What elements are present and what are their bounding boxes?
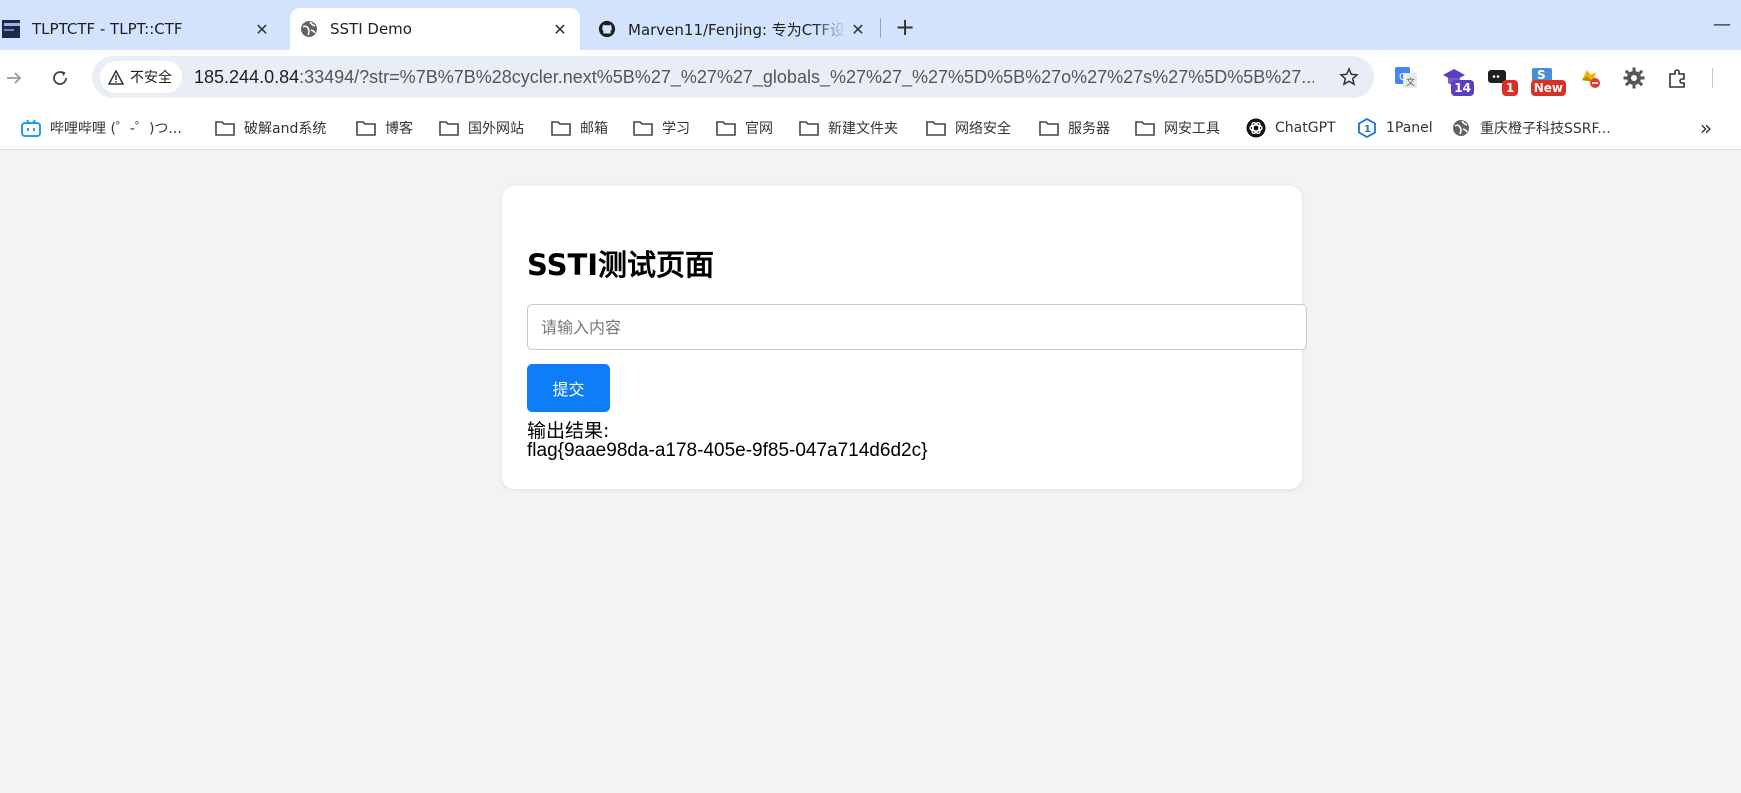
blocked-extension-icon <box>1582 70 1600 88</box>
bookmark-folder[interactable]: 学习 <box>632 114 690 142</box>
new-tab-button[interactable]: + <box>890 12 920 42</box>
folder-icon <box>925 117 947 139</box>
folder-icon <box>550 117 572 139</box>
bookmark-label: 重庆橙子科技SSRF... <box>1480 121 1611 137</box>
s-extension[interactable]: S New <box>1528 64 1566 96</box>
globe-icon <box>1450 117 1472 139</box>
blocked-extension[interactable] <box>1576 64 1604 92</box>
bookmark-chatgpt[interactable]: ChatGPT <box>1245 114 1336 142</box>
extension-badge: 1 <box>1502 80 1518 96</box>
bookmark-folder[interactable]: 服务器 <box>1038 114 1110 142</box>
folder-icon <box>1134 117 1156 139</box>
warning-icon <box>108 69 124 85</box>
bookmark-ssrf[interactable]: 重庆橙子科技SSRF... <box>1450 114 1611 142</box>
url-path: :33494/?str=%7B%7B%28cycler.next%5B%27_%… <box>299 66 1314 87</box>
bookmark-folder[interactable]: 破解and系统 <box>214 114 326 142</box>
address-bar[interactable]: 不安全 185.244.0.84:33494/?str=%7B%7B%28cyc… <box>92 56 1374 98</box>
tab-title: Marven11/Fenjing: 专为CTF设 <box>628 20 846 39</box>
output-label: 输出结果: <box>527 420 610 442</box>
arrow-right-icon <box>7 72 22 84</box>
browser-toolbar: 不安全 185.244.0.84:33494/?str=%7B%7B%28cyc… <box>0 50 1741 106</box>
tab-separator <box>880 18 881 38</box>
chat-extension[interactable]: 1 <box>1484 64 1518 96</box>
globe-icon <box>300 20 318 38</box>
svg-text:1: 1 <box>1364 124 1371 135</box>
close-tab-icon[interactable]: ✕ <box>250 17 274 41</box>
extensions-menu-button[interactable] <box>1664 64 1692 92</box>
github-icon <box>598 20 616 38</box>
page-title: SSTI测试页面 <box>527 248 715 282</box>
bookmark-label: 官网 <box>745 121 773 137</box>
close-tab-icon[interactable]: ✕ <box>548 17 572 41</box>
bookmark-label: 学习 <box>662 121 690 137</box>
google-translate-icon: G文 <box>1395 67 1417 88</box>
bookmark-folder[interactable]: 新建文件夹 <box>798 114 898 142</box>
graduation-extension[interactable]: 14 <box>1440 64 1474 96</box>
bookmark-label: 破解and系统 <box>244 121 327 137</box>
bookmark-folder[interactable]: 国外网站 <box>438 114 524 142</box>
forward-button[interactable] <box>0 64 28 92</box>
tab-strip: TLPTCTF - TLPT::CTF ✕ SSTI Demo ✕ Marven… <box>0 0 1741 50</box>
folder-icon <box>798 117 820 139</box>
folder-icon <box>438 117 460 139</box>
chatgpt-icon <box>1245 117 1267 139</box>
bookmark-folder[interactable]: 网安工具 <box>1134 114 1220 142</box>
tlpt-favicon-icon <box>2 20 20 38</box>
bookmark-label: 博客 <box>385 121 413 137</box>
extension-badge: 14 <box>1451 80 1474 96</box>
extension-badge: New <box>1530 80 1566 96</box>
star-icon <box>1339 67 1359 86</box>
folder-icon <box>1038 117 1060 139</box>
tab-fenjing[interactable]: Marven11/Fenjing: 专为CTF设 ✕ <box>588 8 878 50</box>
svg-text:文: 文 <box>1406 76 1415 88</box>
bookmark-star-button[interactable] <box>1338 66 1360 88</box>
folder-icon <box>715 117 737 139</box>
puzzle-icon <box>1669 69 1685 88</box>
url-host: 185.244.0.84 <box>194 66 300 87</box>
bookmark-1panel[interactable]: 1 1Panel <box>1356 114 1433 142</box>
bookmark-label: 网络安全 <box>955 121 1011 137</box>
folder-icon <box>355 117 377 139</box>
folder-icon <box>632 117 654 139</box>
bookmark-label: ChatGPT <box>1275 120 1336 136</box>
bookmark-label: 国外网站 <box>468 121 524 137</box>
tab-title: TLPTCTF - TLPT::CTF <box>32 20 183 38</box>
bilibili-icon <box>20 117 42 139</box>
bookmark-label: 邮箱 <box>580 121 608 137</box>
gear-icon <box>1623 67 1645 89</box>
more-bookmarks-button[interactable]: » <box>1692 114 1720 142</box>
settings-extension[interactable] <box>1620 64 1648 92</box>
tab-tlptctf[interactable]: TLPTCTF - TLPT::CTF ✕ <box>0 8 282 50</box>
site-info-button[interactable]: 不安全 <box>100 61 182 93</box>
output-result: flag{9aae98da-a178-405e-9f85-047a714d6d2… <box>527 440 928 461</box>
reload-button[interactable] <box>46 64 74 92</box>
submit-button[interactable]: 提交 <box>527 364 610 412</box>
1panel-icon: 1 <box>1356 117 1378 139</box>
reload-icon <box>53 71 67 85</box>
tab-ssti-demo[interactable]: SSTI Demo ✕ <box>290 8 580 50</box>
tab-title: SSTI Demo <box>330 20 412 38</box>
bookmark-folder[interactable]: 网络安全 <box>925 114 1011 142</box>
bookmark-label: 服务器 <box>1068 121 1110 137</box>
close-tab-icon[interactable]: ✕ <box>846 17 870 41</box>
bookmark-label: 哔哩哔哩 (゜-゜)つ... <box>50 121 182 137</box>
folder-icon <box>214 117 236 139</box>
content-input[interactable] <box>527 304 1307 350</box>
bookmark-bilibili[interactable]: 哔哩哔哩 (゜-゜)つ... <box>20 114 182 142</box>
bookmark-label: 网安工具 <box>1164 121 1220 137</box>
minimize-window-button[interactable]: — <box>1710 12 1734 36</box>
bookmarks-bar: 哔哩哔哩 (゜-゜)つ... 破解and系统 博客 国外网站 邮箱 学习 官网 … <box>0 106 1741 150</box>
toolbar-divider <box>1712 68 1713 88</box>
bookmark-label: 新建文件夹 <box>828 121 898 137</box>
bookmark-label: 1Panel <box>1386 120 1433 136</box>
bookmark-folder[interactable]: 邮箱 <box>550 114 608 142</box>
google-translate-extension[interactable]: G文 <box>1392 64 1420 92</box>
url-text[interactable]: 185.244.0.84:33494/?str=%7B%7B%28cycler.… <box>194 67 1314 88</box>
bookmark-folder[interactable]: 官网 <box>715 114 773 142</box>
bookmark-folder[interactable]: 博客 <box>355 114 413 142</box>
security-label: 不安全 <box>130 70 172 86</box>
ssti-card: SSTI测试页面 提交 输出结果: flag{9aae98da-a178-405… <box>502 186 1307 489</box>
